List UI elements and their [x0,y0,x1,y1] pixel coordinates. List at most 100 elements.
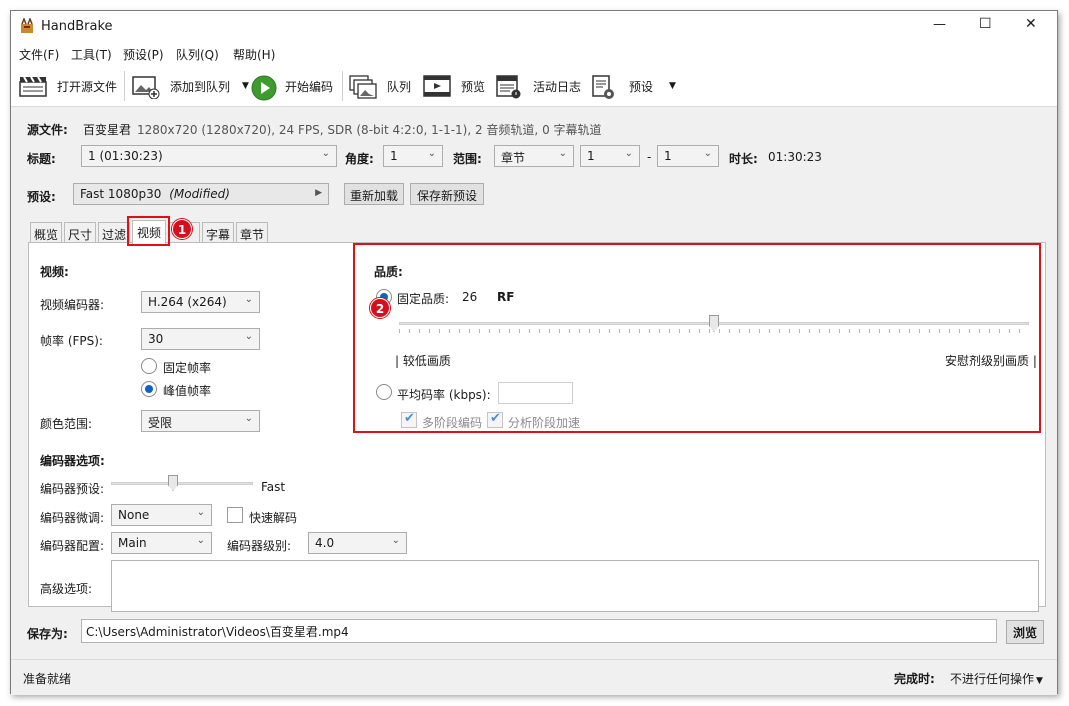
fast-decode-checkbox[interactable] [227,507,243,523]
source-info: 1280x720 (1280x720), 24 FPS, SDR (8-bit … [137,123,602,137]
queue-button[interactable]: 队列 [349,73,411,99]
range-end-select[interactable]: 1 ⌄ [657,145,719,167]
save-as-label: 保存为: [27,627,68,641]
start-encode-button[interactable]: 开始编码 [251,73,333,101]
tab-subtitles[interactable]: 字幕 [202,222,234,243]
fast-decode-label: 快速解码 [249,511,298,525]
save-path-input[interactable]: C:\Users\Administrator\Videos\百变星君.mp4 [81,619,997,643]
chevron-down-icon: ⌄ [244,294,253,305]
menu-tools[interactable]: 工具(T) [71,46,112,63]
maximize-button[interactable]: ☐ [979,16,992,32]
save-new-preset-button[interactable]: 保存新预设 [410,183,484,205]
video-tab-highlight [127,216,170,246]
when-done-label: 完成时: [894,672,935,686]
activity-log-label: 活动日志 [533,79,582,94]
encoder-profile-select[interactable]: Main ⌄ [111,532,212,554]
preset-modified: (Modified) [169,187,230,201]
title-label: 标题: [27,152,56,166]
fps-select[interactable]: 30 ⌄ [141,328,260,350]
color-range-label: 颜色范围: [40,417,93,431]
tab-summary[interactable]: 概览 [30,222,62,243]
preset-label: 预设: [27,190,56,204]
advanced-options-textarea[interactable] [111,560,1039,612]
title-bar: HandBrake — ☐ ✕ [11,11,1057,43]
preset-gear-icon [591,75,615,99]
constant-framerate-radio[interactable] [141,358,157,374]
open-source-label: 打开源文件 [57,79,118,94]
fps-label: 帧率 (FPS): [40,334,103,348]
preview-button[interactable]: 预览 [423,73,485,99]
peak-framerate-label: 峰值帧率 [163,384,212,398]
log-icon [495,75,521,99]
duration-value: 01:30:23 [768,150,822,164]
encoder-preset-slider[interactable] [111,475,253,495]
menu-presets[interactable]: 预设(P) [123,46,164,63]
menu-bar: 文件(F) 工具(T) 预设(P) 队列(Q) 帮助(H) [11,43,1057,65]
toolbar: 打开源文件 添加到队列 ▼ 开始编码 队列 预览 活动日志 预设 ▼ [11,65,1057,107]
chevron-down-icon: ⌄ [391,535,400,546]
encoder-tune-select[interactable]: None ⌄ [111,504,212,526]
angle-label: 角度: [345,152,374,166]
presets-button[interactable]: 预设 ▼ [591,73,676,99]
preset-select[interactable]: Fast 1080p30 (Modified) ▶ [73,183,329,205]
encoder-options-title: 编码器选项: [40,454,105,468]
chevron-down-icon: ⌄ [624,148,633,159]
title-select[interactable]: 1 (01:30:23) ⌄ [81,145,337,167]
film-preview-icon [423,75,451,97]
window-title: HandBrake [41,19,113,34]
range-label: 范围: [453,152,482,166]
when-done-select[interactable]: 不进行任何操作 ▼ [950,670,1043,687]
peak-framerate-radio[interactable] [141,381,157,397]
duration-label: 时长: [729,152,758,166]
encoder-preset-label: 编码器预设: [40,482,105,496]
slider-thumb[interactable] [168,475,178,491]
chevron-down-icon: ▼ [1036,676,1043,686]
encoder-preset-value: Fast [261,480,286,494]
range-type-select[interactable]: 章节 ⌄ [494,145,574,167]
encoder-tune-label: 编码器微调: [40,511,105,525]
add-queue-button[interactable]: 添加到队列 ▼ [132,73,249,100]
chevron-down-icon[interactable]: ▼ [242,81,249,91]
presets-label: 预设 [629,79,654,94]
chevron-down-icon: ⌄ [703,148,712,159]
quality-section-highlight [353,243,1041,433]
chevron-down-icon: ⌄ [558,148,567,159]
reload-preset-button[interactable]: 重新加载 [344,183,404,205]
queue-icon [349,75,377,99]
chevron-down-icon: ⌄ [321,148,330,159]
add-queue-label: 添加到队列 [170,79,231,94]
encoder-label: 视频编码器: [40,298,105,312]
advanced-options-label: 高级选项: [40,582,93,596]
step-badge-2: 2 [370,298,390,318]
activity-log-button[interactable]: 活动日志 [495,73,581,99]
chevron-right-icon: ▶ [315,188,322,198]
angle-select[interactable]: 1 ⌄ [383,145,443,167]
app-logo-icon [19,16,35,34]
chevron-down-icon: ⌄ [244,331,253,342]
close-button[interactable]: ✕ [1025,16,1037,32]
clapperboard-icon [19,75,47,97]
minimize-button[interactable]: — [933,17,946,32]
browse-button[interactable]: 浏览 [1006,620,1044,644]
tab-chapters[interactable]: 章节 [236,222,268,243]
tab-filters[interactable]: 过滤 [98,222,130,243]
range-dash: - [647,150,652,164]
range-start-select[interactable]: 1 ⌄ [580,145,640,167]
color-range-select[interactable]: 受限 ⌄ [141,410,260,432]
menu-file[interactable]: 文件(F) [19,46,59,63]
video-encoder-select[interactable]: H.264 (x264) ⌄ [141,291,260,313]
chevron-down-icon: ⌄ [427,148,436,159]
chevron-down-icon: ⌄ [196,507,205,518]
tab-dimensions[interactable]: 尺寸 [64,222,96,243]
queue-label: 队列 [387,79,412,94]
source-label: 源文件: [27,123,68,137]
encoder-level-select[interactable]: 4.0 ⌄ [308,532,407,554]
chevron-down-icon[interactable]: ▼ [669,81,676,91]
image-add-icon [132,75,160,100]
chevron-down-icon: ⌄ [196,535,205,546]
menu-queue[interactable]: 队列(Q) [176,46,219,63]
menu-help[interactable]: 帮助(H) [233,46,275,63]
constant-framerate-label: 固定帧率 [163,361,212,375]
open-source-button[interactable]: 打开源文件 [19,73,117,99]
step-badge-1: 1 [172,219,192,239]
